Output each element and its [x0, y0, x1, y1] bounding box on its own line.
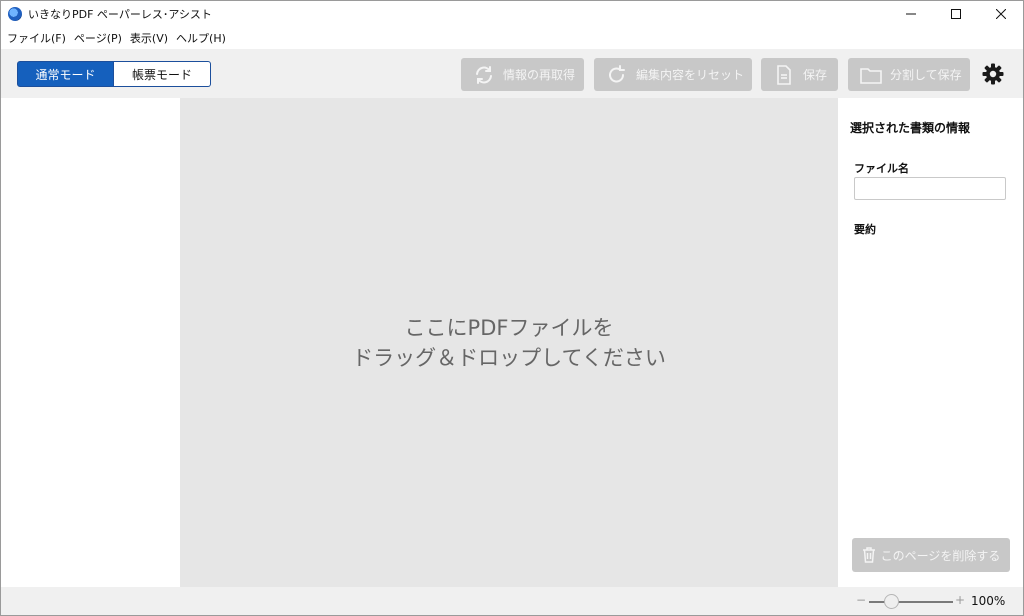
save-button[interactable]: 保存 [761, 58, 838, 91]
close-icon [995, 8, 1006, 19]
settings-button[interactable] [981, 62, 1005, 86]
reset-edits-label: 編集内容をリセット [636, 68, 745, 82]
filename-field[interactable] [854, 177, 1006, 200]
drop-hint-line-1: ここにPDFファイルを [404, 315, 614, 340]
menu-view[interactable]: 表示(V) [126, 30, 172, 46]
maximize-button[interactable] [933, 1, 978, 26]
save-label: 保存 [803, 68, 828, 82]
filename-label: ファイル名 [854, 162, 909, 175]
zoom-slider-track[interactable] [869, 601, 953, 603]
document-icon [773, 64, 795, 86]
mode-toggle: 通常モード 帳票モード [17, 61, 211, 87]
zoom-slider-thumb[interactable] [884, 594, 899, 609]
delete-page-button[interactable]: このページを削除する [852, 538, 1010, 572]
app-window: いきなりPDF ペーパーレス･アシスト ファイル(F) ページ(P) 表示(V)… [0, 0, 1024, 616]
folder-icon [860, 64, 882, 86]
document-info-panel: 選択された書類の情報 ファイル名 要約 このページを削除する [838, 98, 1023, 587]
pdf-drop-zone[interactable]: ここにPDFファイルを ドラッグ＆ドロップしてください [180, 98, 838, 587]
split-save-label: 分割して保存 [890, 68, 962, 82]
close-button[interactable] [978, 1, 1023, 26]
status-bar: − + 100% [1, 587, 1023, 615]
refresh-icon [473, 64, 495, 86]
reset-icon [606, 64, 628, 86]
refetch-info-button[interactable]: 情報の再取得 [461, 58, 584, 91]
gear-icon [982, 63, 1004, 85]
menu-help[interactable]: ヘルプ(H) [172, 30, 230, 46]
menu-file[interactable]: ファイル(F) [3, 30, 70, 46]
normal-mode-button[interactable]: 通常モード [17, 61, 114, 87]
summary-label: 要約 [854, 223, 876, 236]
window-controls [888, 1, 1023, 26]
reset-edits-button[interactable]: 編集内容をリセット [594, 58, 752, 91]
minimize-button[interactable] [888, 1, 933, 26]
zoom-out-button[interactable]: − [856, 593, 866, 607]
toolbar: 通常モード 帳票モード 情報の再取得 編集内容をリセット 保存 分割して保存 [1, 49, 1023, 98]
split-save-button[interactable]: 分割して保存 [848, 58, 970, 91]
app-logo-icon [8, 6, 22, 21]
menu-bar: ファイル(F) ページ(P) 表示(V) ヘルプ(H) [1, 27, 1023, 49]
zoom-in-button[interactable]: + [955, 593, 965, 607]
trash-icon [862, 547, 876, 563]
drop-hint-line-2: ドラッグ＆ドロップしてください [352, 345, 666, 370]
title-bar: いきなりPDF ペーパーレス･アシスト [1, 1, 1023, 26]
minimize-icon [905, 13, 916, 14]
page-thumbnail-pane[interactable] [1, 98, 180, 587]
info-panel-title: 選択された書類の情報 [850, 121, 971, 135]
maximize-icon [950, 8, 961, 19]
form-mode-button[interactable]: 帳票モード [114, 61, 211, 87]
menu-page[interactable]: ページ(P) [70, 30, 126, 46]
window-title: いきなりPDF ペーパーレス･アシスト [28, 7, 212, 21]
zoom-level: 100% [971, 594, 1006, 608]
refetch-info-label: 情報の再取得 [503, 68, 576, 82]
delete-page-label: このページを削除する [880, 548, 1001, 563]
